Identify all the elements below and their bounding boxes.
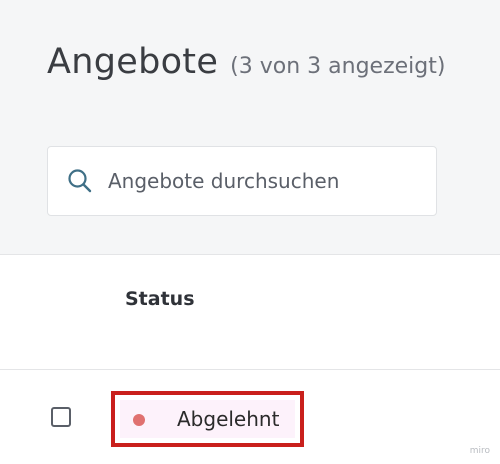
- page-header-area: Angebote (3 von 3 angezeigt): [0, 0, 500, 255]
- search-box[interactable]: [47, 146, 437, 216]
- watermark: miro: [469, 446, 490, 456]
- status-label: Abgelehnt: [177, 407, 280, 431]
- table-header: Status: [0, 255, 500, 370]
- search-input[interactable]: [108, 169, 418, 193]
- status-dot-icon: [133, 414, 145, 426]
- result-count: (3 von 3 angezeigt): [230, 54, 446, 79]
- row-checkbox[interactable]: [51, 407, 71, 427]
- column-header-status[interactable]: Status: [125, 288, 195, 310]
- search-icon: [68, 169, 92, 193]
- status-cell-highlighted[interactable]: Abgelehnt: [111, 391, 304, 447]
- page-heading: Angebote (3 von 3 angezeigt): [47, 42, 445, 82]
- table-row[interactable]: Abgelehnt: [0, 370, 500, 464]
- page-title: Angebote: [47, 42, 219, 82]
